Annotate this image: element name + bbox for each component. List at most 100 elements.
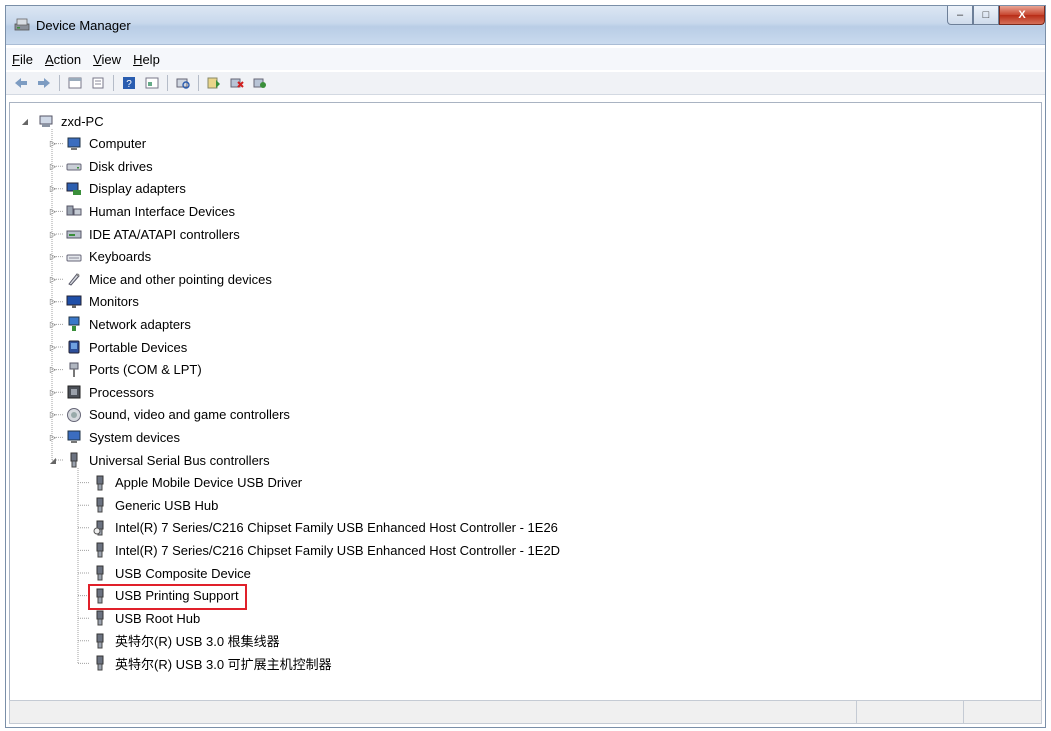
- tree-item-label: Disk drives: [89, 158, 153, 174]
- display-adapter-icon: [66, 181, 82, 197]
- tree-item-label: Processors: [89, 384, 155, 400]
- tree-category-display-adapters[interactable]: ▷ Display adapters: [50, 179, 188, 199]
- menu-action[interactable]: Action: [45, 52, 81, 67]
- system-device-icon: [66, 429, 82, 445]
- update-icon[interactable]: [89, 75, 107, 91]
- keyboard-icon: [66, 249, 82, 265]
- toolbar-separator: [167, 75, 168, 91]
- tree-item-label: Portable Devices: [89, 339, 188, 355]
- update-driver-icon[interactable]: [205, 75, 223, 91]
- tree-category-processors[interactable]: ▷ Processors: [50, 382, 156, 402]
- highlight-box: [88, 583, 247, 610]
- close-button[interactable]: X: [999, 6, 1045, 25]
- forward-icon[interactable]: [35, 75, 53, 91]
- view-icon[interactable]: [143, 75, 161, 91]
- collapse-arrow-icon[interactable]: ◢: [20, 116, 30, 126]
- menu-help[interactable]: Help: [133, 52, 160, 67]
- tree-usb-device[interactable]: 英特尔(R) USB 3.0 可扩展主机控制器: [92, 653, 334, 673]
- tree-usb-device[interactable]: USB Composite Device: [92, 563, 253, 583]
- usb-icon: [92, 497, 108, 513]
- tree-usb-device[interactable]: USB Root Hub: [92, 608, 202, 628]
- usb-warning-icon: [92, 520, 108, 536]
- expand-arrow-icon[interactable]: ▷: [48, 297, 58, 307]
- expand-arrow-icon[interactable]: ▷: [48, 139, 58, 149]
- scan-icon[interactable]: [174, 75, 192, 91]
- expand-arrow-icon[interactable]: ▷: [48, 319, 58, 329]
- tree-root-pc[interactable]: ◢ zxd-PC: [22, 111, 106, 131]
- tree-item-label: Keyboards: [89, 249, 152, 265]
- tree-item-label: Intel(R) 7 Series/C216 Chipset Family US…: [115, 520, 558, 536]
- status-segment: [856, 701, 857, 723]
- port-icon: [66, 362, 82, 378]
- tree-category-human-interface-devices[interactable]: ▷ Human Interface Devices: [50, 201, 237, 221]
- tree-category-network-adapters[interactable]: ▷ Network adapters: [50, 314, 193, 334]
- toolbar: ?: [6, 72, 1045, 95]
- hid-icon: [66, 203, 82, 219]
- usb-icon: [92, 475, 108, 491]
- ide-controller-icon: [66, 226, 82, 242]
- tree-usb-device[interactable]: Intel(R) 7 Series/C216 Chipset Family US…: [92, 518, 560, 538]
- expand-arrow-icon[interactable]: ▷: [48, 229, 58, 239]
- pc-icon: [38, 113, 54, 129]
- tree-category-mice[interactable]: ▷ Mice and other pointing devices: [50, 269, 274, 289]
- tree-usb-device[interactable]: Apple Mobile Device USB Driver: [92, 473, 304, 493]
- tree-item-label: Monitors: [89, 294, 139, 310]
- tree-category-monitors[interactable]: ▷ Monitors: [50, 292, 141, 312]
- expand-arrow-icon[interactable]: ▷: [48, 342, 58, 352]
- window-title: Device Manager: [36, 18, 131, 33]
- tree-category-keyboards[interactable]: ▷ Keyboards: [50, 247, 153, 267]
- toolbar-separator: [113, 75, 114, 91]
- menu-bar: File Action View Help: [6, 48, 1045, 70]
- expand-arrow-icon[interactable]: ▷: [48, 387, 58, 397]
- tree-item-label: Mice and other pointing devices: [89, 271, 272, 287]
- tree-category-computer[interactable]: ▷ Computer: [50, 134, 148, 154]
- device-tree[interactable]: ◢ zxd-PC ▷ Computer ▷ Disk drives ▷ Display ada…: [9, 102, 1042, 702]
- tree-item-label: USB Root Hub: [115, 610, 201, 626]
- usb-icon: [66, 452, 82, 468]
- tree-usb-device[interactable]: 英特尔(R) USB 3.0 根集线器: [92, 631, 282, 651]
- tree-category-ports[interactable]: ▷ Ports (COM & LPT): [50, 360, 204, 380]
- status-segment: [963, 701, 964, 723]
- tree-item-label: Sound, video and game controllers: [89, 407, 290, 423]
- tree-usb-device[interactable]: Generic USB Hub: [92, 495, 220, 515]
- expand-arrow-icon[interactable]: ▷: [48, 274, 58, 284]
- tree-category-system-devices[interactable]: ▷ System devices: [50, 427, 182, 447]
- tree-item-label: Ports (COM & LPT): [89, 362, 202, 378]
- status-bar: [9, 700, 1042, 724]
- expand-arrow-icon[interactable]: ▷: [48, 432, 58, 442]
- device-manager-icon: [14, 18, 30, 31]
- expand-arrow-icon[interactable]: ▷: [48, 365, 58, 375]
- expand-arrow-icon[interactable]: ▷: [48, 161, 58, 171]
- device-manager-window: Device Manager – □ X File Action View He…: [5, 5, 1046, 728]
- tree-usb-device[interactable]: Intel(R) 7 Series/C216 Chipset Family US…: [92, 540, 562, 560]
- network-adapter-icon: [66, 316, 82, 332]
- tree-category-disk-drives[interactable]: ▷ Disk drives: [50, 156, 155, 176]
- collapse-arrow-icon[interactable]: ◢: [48, 455, 58, 465]
- tree-item-label: 英特尔(R) USB 3.0 可扩展主机控制器: [115, 656, 332, 672]
- tree-category-sound-video-game[interactable]: ▷ Sound, video and game controllers: [50, 405, 292, 425]
- expand-arrow-icon[interactable]: ▷: [48, 410, 58, 420]
- uninstall-icon[interactable]: [228, 75, 246, 91]
- toolbar-separator: [198, 75, 199, 91]
- tree-item-label: Universal Serial Bus controllers: [89, 452, 270, 468]
- usb-icon: [92, 542, 108, 558]
- expand-arrow-icon[interactable]: ▷: [48, 184, 58, 194]
- menu-file[interactable]: File: [12, 52, 33, 67]
- minimize-button[interactable]: –: [947, 6, 973, 25]
- expand-arrow-icon[interactable]: ▷: [48, 252, 58, 262]
- tree-item-label: Intel(R) 7 Series/C216 Chipset Family US…: [115, 542, 561, 558]
- expand-arrow-icon[interactable]: ▷: [48, 206, 58, 216]
- tree-item-label: zxd-PC: [61, 113, 104, 129]
- properties-icon[interactable]: [66, 75, 84, 91]
- tree-item-label: IDE ATA/ATAPI controllers: [89, 226, 240, 242]
- tree-category-portable-devices[interactable]: ▷ Portable Devices: [50, 337, 189, 357]
- maximize-button[interactable]: □: [973, 6, 999, 25]
- computer-icon: [66, 136, 82, 152]
- help-icon[interactable]: ?: [120, 75, 138, 91]
- tree-category-ide-ata-atapi-controllers[interactable]: ▷ IDE ATA/ATAPI controllers: [50, 224, 242, 244]
- title-bar[interactable]: Device Manager – □ X: [6, 6, 1045, 45]
- back-icon[interactable]: [12, 75, 30, 91]
- menu-view[interactable]: View: [93, 52, 121, 67]
- enable-icon[interactable]: [251, 75, 269, 91]
- tree-category-usb-controllers[interactable]: ◢ Universal Serial Bus controllers: [50, 450, 272, 470]
